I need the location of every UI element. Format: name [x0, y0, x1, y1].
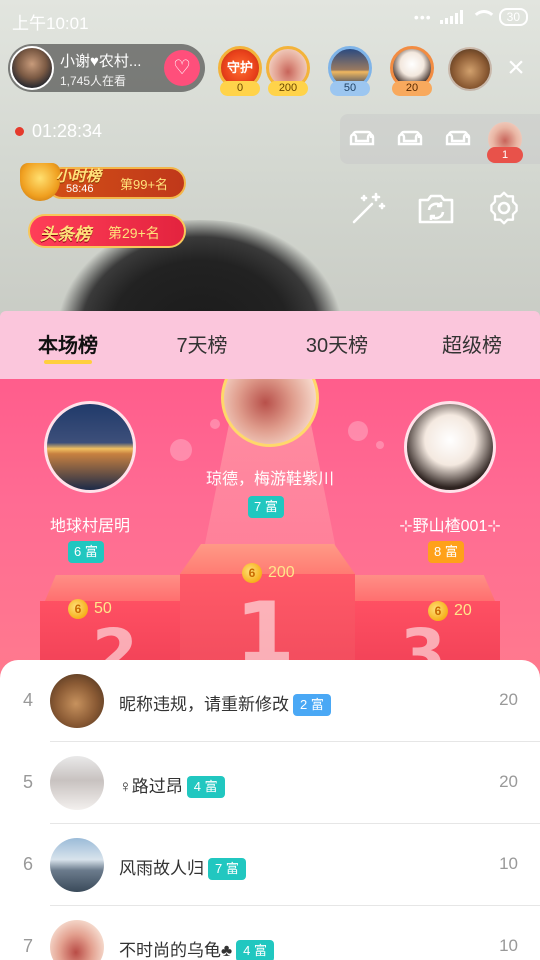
- list-rank: 7: [22, 936, 33, 956]
- status-bar: 上午10:01 ••• 30: [0, 0, 540, 36]
- magic-wand-icon: [352, 192, 386, 224]
- rich-badge: 7 富: [208, 858, 246, 880]
- rich-badge: 2 富: [293, 694, 331, 716]
- beauty-wand-button[interactable]: [348, 188, 388, 228]
- headline-rank-badge[interactable]: 头条榜 第29+名: [28, 214, 186, 248]
- hour-rank-badge[interactable]: 小时榜 58:46 第99+名: [20, 163, 190, 203]
- list-item[interactable]: 5 ♀路过昂 4 富 20: [0, 742, 540, 824]
- avatar[interactable]: [50, 674, 104, 728]
- rank-2-avatar[interactable]: [44, 401, 136, 493]
- tab-30-days[interactable]: 30天榜: [282, 329, 392, 358]
- list-rank: 4: [22, 690, 33, 710]
- rank-3-coins: 6 20: [428, 601, 472, 621]
- rank-tabs: 本场榜 7天榜 30天榜 超级榜: [0, 311, 540, 379]
- top-viewer-score: 50: [330, 81, 370, 96]
- headline-rank-position: 第29+名: [108, 225, 160, 241]
- avatar[interactable]: [50, 756, 104, 810]
- ranking-list: 4 昵称违规，请重新修改 2 富 20 5 ♀路过昂 4 富 20 6 风雨故人归 7…: [0, 660, 540, 960]
- top-viewer-score: 200: [268, 81, 308, 96]
- more-dots-icon: •••: [413, 9, 432, 25]
- rich-badge: 4 富: [236, 940, 274, 960]
- wifi-icon: [470, 10, 497, 24]
- guard-label: 守护: [226, 60, 253, 75]
- list-rank: 6: [22, 854, 33, 874]
- host-info[interactable]: 小谢♥农村... 1,745人在看 ♡: [8, 44, 205, 92]
- live-timer: 01:28:34: [32, 121, 103, 141]
- top-viewer-score: 20: [392, 81, 432, 96]
- guest-seats: 1: [340, 114, 540, 164]
- top-viewer-3[interactable]: 20: [386, 42, 438, 96]
- viewer-count: 1,745人在看: [60, 74, 127, 88]
- avatar[interactable]: [50, 838, 104, 892]
- list-score: 20: [499, 772, 518, 791]
- list-item[interactable]: 4 昵称违规，请重新修改 2 富 20: [0, 660, 540, 742]
- live-dot-icon: [15, 127, 24, 136]
- status-time: 上午10:01: [12, 14, 89, 33]
- rank-2-name: 地球村居明: [49, 518, 130, 535]
- top-viewer-1[interactable]: 200: [262, 42, 314, 96]
- list-score: 20: [499, 690, 518, 709]
- coin-icon: 6: [242, 563, 262, 583]
- tab-current-show[interactable]: 本场榜: [13, 329, 123, 358]
- follow-button[interactable]: ♡: [164, 50, 200, 86]
- rank-1-rich-badge: 7 富: [248, 496, 284, 518]
- close-button[interactable]: ×: [500, 52, 532, 84]
- podium: 1 2 3 琼德，梅游鞋紫川 7 富 6 200 地球村居明 6 富 6 50 ⊹野…: [0, 379, 540, 679]
- rank-3-name: ⊹野山楂001⊹: [399, 518, 501, 535]
- seat-sofa-icon[interactable]: [442, 123, 474, 155]
- heart-plus-icon: ♡: [173, 57, 191, 79]
- rank-3-rich-badge: 8 富: [428, 541, 464, 563]
- hour-rank-position: 第99+名: [120, 177, 169, 192]
- list-rank: 5: [22, 772, 33, 792]
- rank-1-name: 琼德，梅游鞋紫川: [205, 471, 334, 488]
- tab-super[interactable]: 超级榜: [417, 329, 527, 358]
- list-user-name: ♀路过昂 4 富: [119, 772, 225, 799]
- active-tab-indicator: [44, 360, 92, 364]
- flip-camera-button[interactable]: [416, 188, 456, 228]
- rank-3-avatar[interactable]: [404, 401, 496, 493]
- list-user-name: 昵称违规，请重新修改 2 富: [119, 690, 331, 717]
- list-score: 10: [499, 854, 518, 873]
- battery-icon: 30: [498, 8, 528, 26]
- coin-icon: 6: [68, 599, 88, 619]
- seat-sofa-icon[interactable]: [346, 123, 378, 155]
- avatar[interactable]: [50, 920, 104, 960]
- list-user-name: 不时尚的乌龟♣ 4 富: [119, 936, 274, 960]
- camera-flip-icon: [418, 194, 454, 224]
- hour-rank-countdown: 58:46: [66, 183, 94, 195]
- coin-icon: 6: [428, 601, 448, 621]
- list-item[interactable]: 7 不时尚的乌龟♣ 4 富 10: [0, 906, 540, 960]
- list-user-name: 风雨故人归 7 富: [119, 854, 246, 881]
- close-icon: ×: [507, 51, 525, 84]
- headline-rank-title: 头条榜: [40, 225, 91, 244]
- top-viewer-2[interactable]: 50: [324, 42, 376, 96]
- seat-guest-count: 1: [487, 147, 523, 163]
- signal-icon: [439, 10, 463, 24]
- tab-7-days[interactable]: 7天榜: [147, 329, 257, 358]
- seat-sofa-icon[interactable]: [394, 123, 426, 155]
- guard-badge[interactable]: 守护 0: [214, 42, 266, 96]
- list-item[interactable]: 6 风雨故人归 7 富 10: [0, 824, 540, 906]
- top-viewer-4[interactable]: [448, 47, 492, 91]
- gear-icon: [490, 191, 518, 225]
- rank-1-coins: 6 200: [242, 563, 295, 583]
- rank-2-rich-badge: 6 富: [68, 541, 104, 563]
- rank-2-coins: 6 50: [68, 599, 112, 619]
- rich-badge: 4 富: [186, 776, 225, 798]
- guard-count: 0: [220, 81, 260, 96]
- settings-button[interactable]: [484, 188, 524, 228]
- host-name: 小谢♥农村...: [60, 53, 142, 70]
- list-score: 10: [499, 936, 518, 955]
- host-avatar[interactable]: [10, 46, 54, 90]
